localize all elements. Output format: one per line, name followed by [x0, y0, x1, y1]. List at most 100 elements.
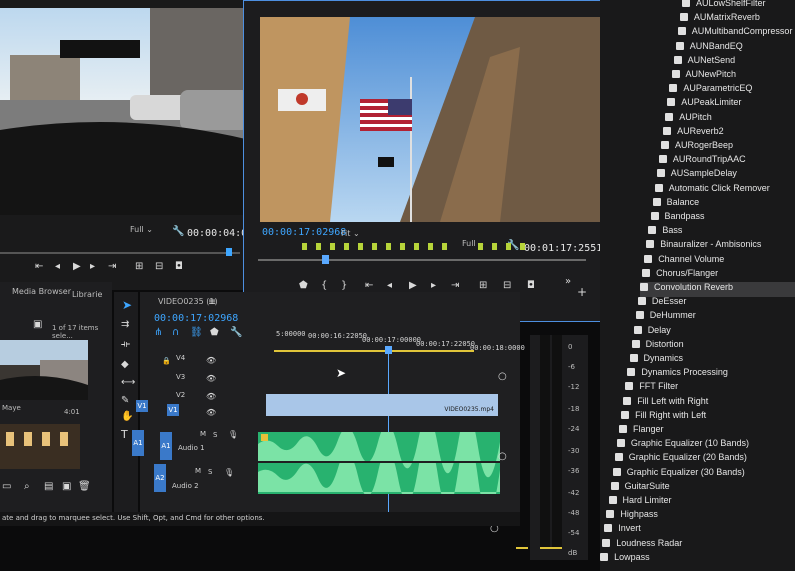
- effect-item-selected[interactable]: Convolution Reverb: [640, 282, 795, 297]
- scroll-handle-icon[interactable]: ○: [498, 372, 507, 382]
- type-tool-icon[interactable]: T: [121, 429, 128, 440]
- effect-item[interactable]: Graphic Equalizer (10 Bands): [616, 438, 749, 453]
- linked-selection-icon[interactable]: ⛓: [190, 328, 203, 338]
- effect-item[interactable]: Hard Limiter: [608, 495, 672, 510]
- eye-icon[interactable]: 👁: [206, 392, 216, 402]
- effect-item[interactable]: GuitarSuite: [610, 481, 670, 496]
- track-a1-solo[interactable]: S: [213, 431, 217, 439]
- effect-item[interactable]: Highpass: [606, 509, 658, 524]
- extract-icon[interactable]: ⊟: [503, 281, 511, 291]
- effect-item[interactable]: Fill Left with Right: [623, 396, 708, 411]
- effect-item[interactable]: Graphic Equalizer (20 Bands): [614, 452, 747, 467]
- marker[interactable]: [400, 243, 405, 250]
- play-icon[interactable]: ▶: [73, 262, 81, 272]
- effect-item[interactable]: Chorus/Flanger: [642, 268, 718, 283]
- marker[interactable]: [302, 243, 307, 250]
- track-a2-solo[interactable]: S: [208, 468, 212, 476]
- lift-icon[interactable]: ⊞: [479, 281, 487, 291]
- new-bin-icon[interactable]: ▭: [2, 482, 11, 492]
- marker[interactable]: [442, 243, 447, 250]
- effect-item[interactable]: AULowShelfFilter: [682, 0, 766, 13]
- play-reverse-icon[interactable]: ◂: [55, 262, 60, 272]
- overflow-icon[interactable]: »: [565, 277, 571, 287]
- step-back-icon[interactable]: ⇤: [35, 262, 43, 272]
- new-item-icon[interactable]: ▤: [44, 482, 53, 492]
- tab-media-browser[interactable]: Media Browser: [12, 287, 71, 296]
- effect-item[interactable]: AUMultibandCompressor: [677, 26, 792, 41]
- source-scrub-bar[interactable]: [0, 252, 240, 254]
- effect-item[interactable]: Bass: [648, 225, 682, 240]
- go-to-in-icon[interactable]: ⇤: [365, 281, 373, 291]
- marker[interactable]: [330, 243, 335, 250]
- effect-item[interactable]: AUNetSend: [673, 55, 735, 70]
- eye-icon[interactable]: 👁: [206, 356, 216, 366]
- effect-item[interactable]: Delay: [633, 325, 671, 340]
- effect-item[interactable]: Dynamics Processing: [627, 367, 728, 382]
- marker[interactable]: [520, 243, 525, 250]
- program-timecode-current[interactable]: 00:00:17:02968: [262, 227, 346, 238]
- marker[interactable]: [344, 243, 349, 250]
- marker[interactable]: [478, 243, 483, 250]
- insert-icon[interactable]: ⊞: [135, 262, 143, 272]
- marker[interactable]: [358, 243, 363, 250]
- razor-icon[interactable]: ◆: [121, 360, 129, 370]
- marker[interactable]: [492, 243, 497, 250]
- add-button-icon[interactable]: +: [577, 286, 587, 298]
- effect-item[interactable]: AUNewPitch: [671, 69, 736, 84]
- marker[interactable]: [414, 243, 419, 250]
- camera-icon[interactable]: ◘: [527, 281, 535, 291]
- folder-icon[interactable]: ▣: [33, 320, 42, 330]
- video-clip[interactable]: VIDEO0235.mp4: [266, 394, 498, 416]
- pen-tool-icon[interactable]: ✎: [121, 396, 129, 406]
- settings-wrench-icon[interactable]: 🔧: [230, 328, 242, 338]
- step-back-icon[interactable]: ◂: [387, 281, 392, 291]
- audio-clip-a1[interactable]: [258, 432, 500, 494]
- effect-item[interactable]: Channel Volume: [644, 254, 724, 269]
- source-zoom-select[interactable]: Full ⌄: [130, 225, 153, 234]
- mark-out-icon[interactable]: }: [341, 281, 347, 291]
- work-area-bar[interactable]: [274, 350, 474, 352]
- effect-item[interactable]: Automatic Click Remover: [654, 183, 770, 198]
- program-scrub-bar[interactable]: [258, 259, 586, 261]
- source-playhead[interactable]: [226, 248, 232, 256]
- timeline-timecode[interactable]: 00:00:17:02968: [154, 313, 238, 324]
- marker[interactable]: [316, 243, 321, 250]
- effect-item[interactable]: Distortion: [631, 339, 684, 354]
- marker[interactable]: [428, 243, 433, 250]
- trash-icon[interactable]: 🗑: [78, 482, 91, 492]
- source-a1-patch[interactable]: A1: [132, 430, 144, 456]
- marker-icon[interactable]: ⬟: [299, 281, 308, 291]
- play-icon[interactable]: ▶: [409, 281, 417, 291]
- track-a1-target[interactable]: A1: [160, 432, 172, 460]
- mark-in-icon[interactable]: {: [321, 281, 327, 291]
- effect-item[interactable]: Binauralizer - Ambisonics: [646, 239, 761, 254]
- effect-item[interactable]: AUPitch: [665, 112, 712, 127]
- effect-item[interactable]: AUSampleDelay: [656, 168, 737, 183]
- effect-item[interactable]: Loudness Radar: [602, 538, 682, 553]
- step-forward-icon[interactable]: ▸: [431, 281, 436, 291]
- effect-item[interactable]: Flanger: [619, 424, 664, 439]
- program-playhead[interactable]: [322, 255, 329, 264]
- effect-item[interactable]: Balance: [652, 197, 699, 212]
- selection-tool-icon[interactable]: ➤: [122, 299, 132, 311]
- marker[interactable]: [506, 243, 511, 250]
- marker[interactable]: [386, 243, 391, 250]
- effect-item[interactable]: Dynamics: [629, 353, 683, 368]
- eye-icon[interactable]: 👁: [206, 408, 216, 418]
- hand-tool-icon[interactable]: ✋: [121, 412, 133, 422]
- effect-item[interactable]: Graphic Equalizer (30 Bands): [612, 467, 745, 482]
- nest-icon[interactable]: ⋔: [154, 328, 162, 338]
- effect-item[interactable]: AURoundTripAAC: [658, 154, 746, 169]
- program-fit-select[interactable]: Fit ⌄: [341, 229, 360, 238]
- add-marker-icon[interactable]: ⬟: [210, 328, 219, 338]
- effect-item[interactable]: Lowpass: [600, 552, 650, 567]
- track-a2-mute[interactable]: M: [195, 467, 201, 475]
- marker[interactable]: [372, 243, 377, 250]
- clip-thumbnail-2[interactable]: [0, 424, 80, 469]
- snap-icon[interactable]: ∩: [172, 328, 179, 338]
- clip-thumbnail[interactable]: [0, 340, 88, 400]
- ripple-edit-icon[interactable]: ⟛: [121, 340, 130, 350]
- effect-item[interactable]: DeHummer: [635, 310, 696, 325]
- track-v1-target[interactable]: V1: [167, 404, 179, 416]
- effect-item[interactable]: AUMatrixReverb: [679, 12, 760, 27]
